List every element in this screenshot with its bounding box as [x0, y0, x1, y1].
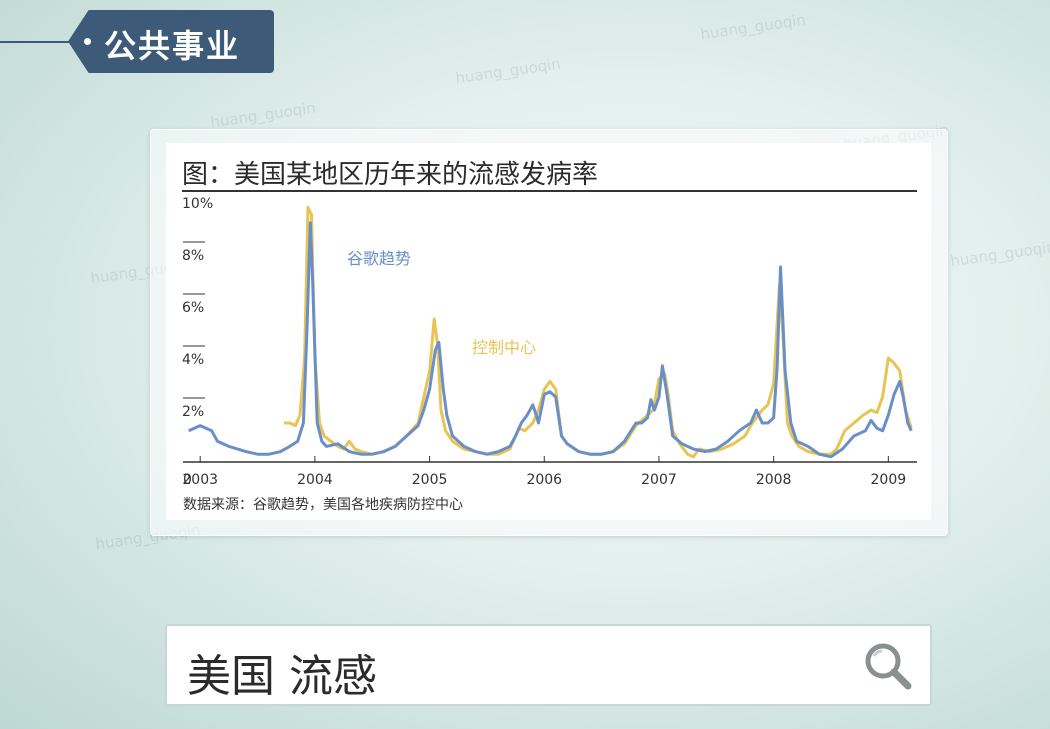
y-tick-label: 6%: [182, 300, 204, 316]
chart-source: 数据来源：谷歌趋势，美国各地疾病防控中心: [183, 497, 463, 513]
y-tick-label: 8%: [182, 248, 204, 264]
cdc-line: [283, 205, 913, 459]
y-tick-label: 2%: [182, 404, 204, 420]
cdc-label: 控制中心: [472, 338, 536, 357]
x-tick-label: 2008: [756, 472, 792, 488]
flu-chart: 02%4%6%8%10%2003 2004 2005 2006 2007 2008 2009…: [182, 196, 917, 488]
y-tick-label: 4%: [182, 352, 204, 368]
x-tick-label: 2007: [641, 472, 677, 488]
x-tick-label: 2005: [412, 472, 448, 488]
x-tick-label: 2003: [182, 472, 218, 488]
x-tick-label: 2009: [871, 472, 907, 488]
search-box[interactable]: 美国 流感: [165, 624, 932, 706]
x-tick-label: 2004: [297, 472, 333, 488]
y-tick-label: 10%: [182, 196, 213, 212]
google-trends-label: 谷歌趋势: [347, 249, 411, 268]
search-icon[interactable]: [862, 640, 914, 692]
x-tick-label: 2006: [526, 472, 562, 488]
search-query[interactable]: 美国 流感: [187, 640, 377, 704]
